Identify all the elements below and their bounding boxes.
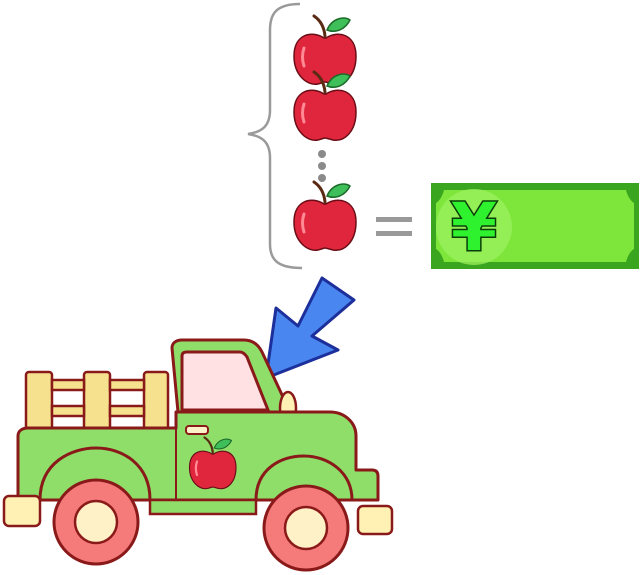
yen-symbol: ¥ bbox=[451, 189, 497, 266]
equals-sign bbox=[376, 217, 412, 236]
front-wheel bbox=[262, 484, 350, 572]
rear-wheel bbox=[52, 478, 140, 566]
pickup-truck-illustration bbox=[2, 338, 394, 572]
vertical-ellipsis-icon bbox=[318, 150, 326, 182]
down-left-arrow-icon bbox=[264, 276, 356, 380]
apple-icon bbox=[292, 180, 358, 252]
yen-banknote: ¥ bbox=[431, 183, 639, 269]
illustration-canvas: ¥ bbox=[0, 0, 641, 575]
